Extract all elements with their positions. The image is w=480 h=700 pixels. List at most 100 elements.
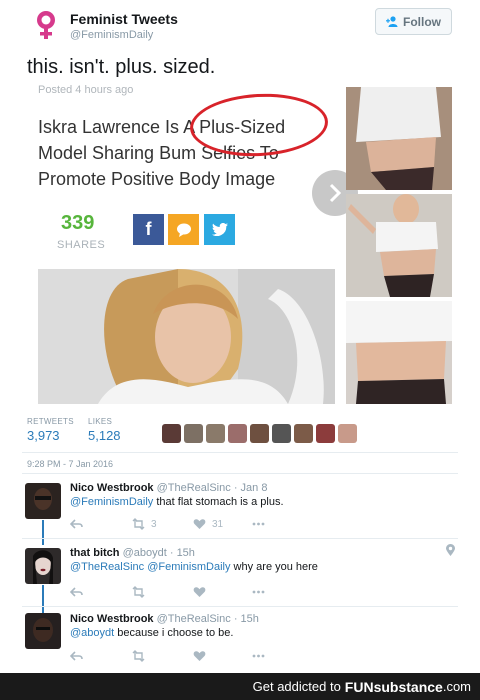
retweet-button[interactable] (132, 649, 145, 663)
reply-button[interactable] (70, 517, 83, 531)
more-button[interactable] (252, 585, 265, 599)
reply-mention[interactable]: @FeminismDaily (70, 496, 153, 508)
avatar[interactable] (25, 548, 61, 584)
like-button[interactable]: 31 (193, 517, 223, 531)
tweet-text: this. isn't. plus. sized. (27, 56, 216, 78)
more-dots-icon (252, 654, 265, 658)
reply-author[interactable]: Nico Westbrook @TheRealSinc · 15h (70, 613, 259, 625)
liker-avatar[interactable] (272, 424, 291, 443)
liker-avatar[interactable] (162, 424, 181, 443)
follow-button[interactable]: Follow (375, 8, 452, 35)
reply-author-name: that bitch (70, 547, 120, 559)
reply-text: @TheRealSinc @FeminismDaily why are you … (70, 561, 318, 573)
reply-body: because i choose to be. (114, 627, 234, 639)
retweet-button[interactable] (132, 585, 145, 599)
facebook-icon: f (145, 219, 152, 239)
shares-count: 339 (61, 212, 95, 234)
like-button[interactable] (193, 649, 206, 663)
liker-avatar[interactable] (250, 424, 269, 443)
more-dots-icon (252, 522, 265, 526)
reply-separator: · (169, 547, 174, 559)
reply-time: 15h (240, 613, 259, 625)
reply-separator: · (233, 613, 238, 625)
reply-mention[interactable]: @TheRealSinc @FeminismDaily (70, 561, 230, 573)
reply-mention[interactable]: @aboydt (70, 627, 114, 639)
retweet-count: 3 (151, 518, 157, 530)
more-button[interactable] (252, 649, 265, 663)
likes-label: LIKES (88, 417, 113, 426)
watermark-brand: FUNsubstance (344, 678, 443, 695)
like-count: 31 (212, 518, 224, 530)
liker-avatar[interactable] (294, 424, 313, 443)
reply-text: @aboydt because i choose to be. (70, 627, 233, 639)
comment-share-button[interactable] (168, 214, 199, 245)
reply-author-handle: @TheRealSinc (156, 482, 231, 494)
reply-body: that flat stomach is a plus. (153, 496, 284, 508)
twitter-share-button[interactable] (204, 214, 235, 245)
retweet-icon (132, 650, 145, 662)
like-button[interactable] (193, 585, 206, 599)
reply-author-handle: @TheRealSinc (156, 613, 231, 625)
more-button[interactable] (252, 517, 265, 531)
reply-author[interactable]: Nico Westbrook @TheRealSinc · Jan 8 (70, 482, 267, 494)
side-photo-3[interactable] (346, 301, 452, 404)
facebook-share-button[interactable]: f (133, 214, 164, 245)
reply-body: why are you here (230, 561, 318, 573)
shares-label: SHARES (57, 239, 106, 251)
heart-icon (193, 519, 206, 529)
add-user-icon (386, 16, 398, 27)
reply-text: @FeminismDaily that flat stomach is a pl… (70, 496, 284, 508)
side-photo-1[interactable] (346, 87, 452, 190)
reply-author-handle: @aboydt (122, 547, 167, 559)
reply-icon (70, 587, 83, 597)
liker-avatar[interactable] (228, 424, 247, 443)
engagement-stats: RETWEETS 3,973 LIKES 5,128 (27, 417, 452, 447)
divider (22, 473, 458, 474)
tweet-timestamp[interactable]: 9:28 PM - 7 Jan 2016 (27, 459, 113, 469)
reply-tweet[interactable]: that bitch @aboydt · 15h @TheRealSinc @F… (0, 545, 480, 605)
twitter-bird-icon (211, 223, 228, 236)
site-watermark: Get addicted to FUNsubstance .com (0, 673, 480, 700)
reply-tweet[interactable]: Nico Westbrook @TheRealSinc · 15h @aboyd… (0, 613, 480, 671)
reply-time: 15h (176, 547, 195, 559)
reply-separator: · (233, 482, 238, 494)
liker-avatar[interactable] (184, 424, 203, 443)
liker-avatar[interactable] (316, 424, 335, 443)
more-dots-icon (252, 590, 265, 594)
avatar[interactable] (25, 483, 61, 519)
side-photo-2[interactable] (346, 194, 452, 297)
reply-icon (70, 651, 83, 661)
location-pin-icon[interactable] (446, 544, 455, 556)
liker-avatar[interactable] (338, 424, 357, 443)
reply-button[interactable] (70, 585, 83, 599)
female-symbol-icon[interactable] (33, 10, 59, 40)
main-article-photo[interactable] (38, 269, 335, 404)
posted-time: Posted 4 hours ago (38, 84, 134, 96)
reply-icon (70, 519, 83, 529)
reply-tweet[interactable]: Nico Westbrook @TheRealSinc · Jan 8 @Fem… (0, 480, 480, 540)
reply-actions (70, 585, 330, 599)
tweet-header: Feminist Tweets @FeminismDaily Follow (0, 0, 480, 50)
author-handle[interactable]: @FeminismDaily (70, 29, 153, 41)
retweet-button[interactable]: 3 (132, 517, 157, 531)
reply-author-name: Nico Westbrook (70, 613, 154, 625)
author-name[interactable]: Feminist Tweets (70, 11, 178, 27)
likes-count[interactable]: 5,128 (88, 428, 121, 443)
follow-label: Follow (403, 14, 441, 29)
chat-bubble-icon (176, 223, 191, 237)
heart-icon (193, 587, 206, 597)
reply-button[interactable] (70, 649, 83, 663)
retweets-count[interactable]: 3,973 (27, 428, 60, 443)
retweets-label: RETWEETS (27, 417, 74, 426)
divider (22, 538, 458, 539)
liker-avatar[interactable] (206, 424, 225, 443)
reply-author[interactable]: that bitch @aboydt · 15h (70, 547, 195, 559)
reply-actions: 3 31 (70, 517, 330, 531)
watermark-prefix: Get addicted to (252, 679, 341, 694)
heart-icon (193, 651, 206, 661)
retweet-icon (132, 518, 145, 530)
article-screenshot[interactable]: Posted 4 hours ago Iskra Lawrence Is A P… (27, 82, 452, 408)
watermark-suffix: .com (442, 679, 471, 694)
avatar[interactable] (25, 613, 61, 649)
chevron-right-icon (329, 183, 342, 203)
